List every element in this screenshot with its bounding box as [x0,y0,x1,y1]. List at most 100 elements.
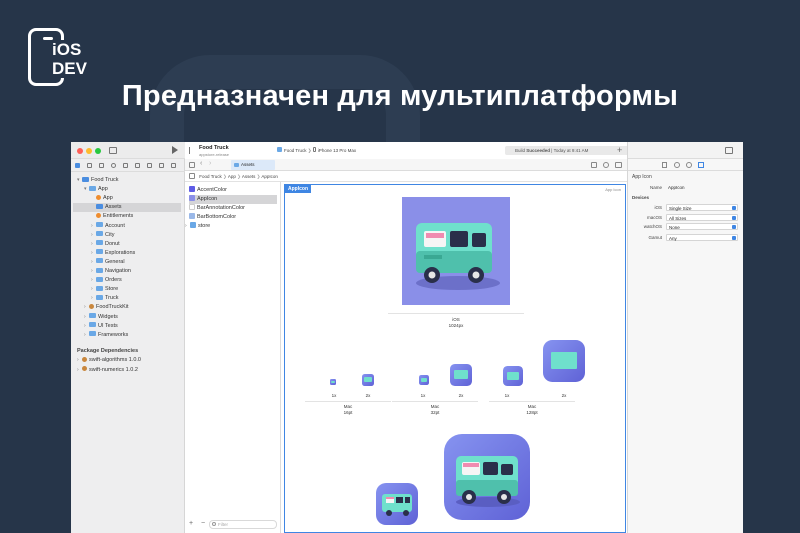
sidebar-item[interactable]: › Store [73,285,181,294]
history-icon[interactable] [674,162,680,168]
issue-icon[interactable] [123,163,128,168]
food-truck-icon [402,197,510,305]
scale-label-2x: 2x [365,393,371,398]
source-control-icon[interactable] [87,163,92,168]
debug-icon[interactable] [147,163,152,168]
sidebar-item[interactable]: › Explorations [73,249,181,258]
mac-slot-divider [305,401,391,402]
editor-tab-bar: ‹ › Assets [185,159,627,171]
asset-filter-field[interactable]: Filter [209,520,277,529]
sidebar-toggle-icon[interactable] [109,147,117,154]
sidebar-item[interactable]: › Truck [73,294,181,303]
sidebar-item-label: Explorations [105,249,136,256]
scheme-selector[interactable]: Food Truck ❯ iPhone 13 Pro Max [277,146,356,155]
dependency-label: swift-numerics 1.0.2 [89,366,138,373]
device-row: watchOS None [628,222,743,231]
folder-icon [96,231,103,237]
file-icon [96,203,103,209]
device-select[interactable]: None [666,223,738,230]
sidebar-item[interactable]: ▾ Food Truck [73,176,181,185]
sidebar-item[interactable]: › City [73,231,181,240]
sidebar-item[interactable]: › Orders [73,276,181,285]
sidebar-item[interactable]: › Frameworks [73,331,181,340]
sidebar-item[interactable]: › General [73,258,181,267]
inspector-toggle-icon[interactable] [725,147,733,154]
mac-icon-well[interactable] [419,375,429,385]
status-time: | Today at 9:41 AM [550,148,589,153]
name-value[interactable]: AppIcon [666,184,738,191]
dependency-item[interactable]: › swift-algorithms 1.0.0 [77,356,141,365]
search-icon[interactable] [111,163,116,168]
breakpoint-icon[interactable] [159,163,164,168]
forward-icon[interactable]: › [209,160,211,167]
name-value-text: AppIcon [668,185,685,190]
attributes-icon[interactable] [698,162,704,168]
gamut-select[interactable]: Any [666,234,738,241]
close-window-button[interactable] [77,148,83,154]
asset-swatch-icon [189,195,195,201]
mac-icon-well[interactable] [362,374,374,386]
symbol-icon[interactable] [99,163,104,168]
folder-icon [89,185,96,191]
zoom-window-button[interactable] [95,148,101,154]
mac-icon-well[interactable] [330,379,336,385]
sidebar-item[interactable]: › UI Tests [73,322,181,331]
grid-icon[interactable] [189,173,195,179]
asset-item[interactable]: AppIcon [189,195,277,204]
back-icon[interactable]: ‹ [200,160,202,167]
device-select[interactable]: Single Size [666,204,738,211]
breadcrumb-item-assets[interactable]: Assets [242,174,256,179]
asset-swatch-icon [189,213,195,219]
sidebar-item-label: FoodTruckKit [96,304,129,311]
device-select[interactable]: All Sizes [666,213,738,221]
scheme-target: Food Truck [284,148,307,153]
sidebar-item[interactable]: App [73,194,181,203]
folder-icon [89,313,96,318]
breadcrumb-item-appicon[interactable]: AppIcon [261,174,278,179]
sidebar-item[interactable]: › Donut [73,240,181,249]
sidebar-item[interactable]: › Widgets [73,313,181,322]
mac-icon-well[interactable] [543,340,585,382]
run-icon[interactable] [172,146,178,154]
truck-glyph-icon [331,380,335,384]
help-icon[interactable] [686,162,692,168]
related-items-icon[interactable] [603,162,609,168]
tab-assets[interactable]: Assets [231,160,275,170]
ios-app-icon-well[interactable] [402,197,510,305]
mac-app-icon-preview-large[interactable] [444,434,530,520]
asset-label: BarBottomColor [197,214,237,220]
folder-icon[interactable] [75,163,80,168]
breadcrumb-item-project[interactable]: Food Truck [199,174,222,179]
grid-icon[interactable] [189,162,195,168]
refresh-icon[interactable] [591,162,597,168]
navigator-tabs [71,159,185,172]
sidebar-item[interactable]: › FoodTruckKit [73,303,181,312]
sidebar-item[interactable]: Assets [73,203,181,213]
minimize-window-button[interactable] [86,148,92,154]
sidebar-item[interactable]: › Navigation [73,267,181,276]
package-icon [82,356,87,362]
sidebar-item[interactable]: ▾ App [73,185,181,194]
asset-item[interactable]: BarBottomColor [189,213,277,222]
file-inspector-icon[interactable] [662,162,667,168]
mac-icon-well[interactable] [450,364,472,386]
sidebar-item[interactable]: Entitlements [73,212,181,221]
filter-icon [212,522,216,526]
test-icon[interactable] [135,163,140,168]
remove-asset-button[interactable]: − [201,520,205,527]
breadcrumb-item-app[interactable]: App [228,174,236,179]
sidebar-item[interactable]: › Account [73,222,181,231]
mac-icon-well[interactable] [503,366,523,386]
attributes-inspector: App Icon Name AppIcon Devices iOS Single … [627,142,743,533]
add-asset-button[interactable]: + [189,520,193,527]
add-tab-button[interactable]: + [617,145,622,155]
dependency-item[interactable]: › swift-numerics 1.0.2 [77,366,138,375]
mac-app-icon-preview-small[interactable] [376,483,418,525]
report-icon[interactable] [171,163,176,168]
asset-item[interactable]: AccentColor [189,186,277,195]
asset-item[interactable]: › store [185,222,273,231]
asset-item[interactable]: BarAnnotationColor [189,204,277,213]
app-icon [277,147,282,152]
split-editor-icon[interactable] [615,162,622,168]
asset-list-controls: + − [189,520,205,527]
